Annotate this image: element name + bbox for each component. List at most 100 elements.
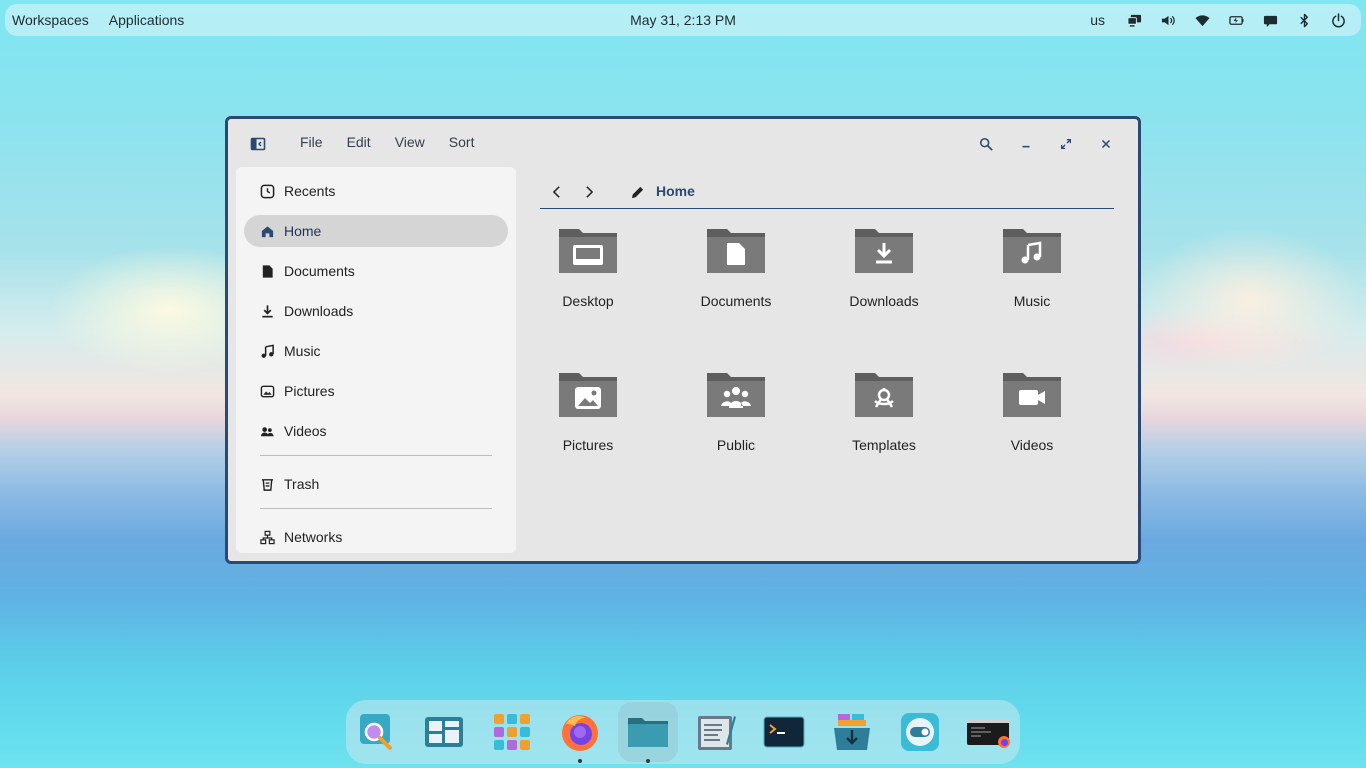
battery-icon[interactable] (1219, 6, 1253, 34)
sidebar-item-label: Documents (284, 263, 355, 279)
search-app-icon (360, 714, 392, 750)
dock (346, 700, 1020, 764)
sidebar-item-label: Networks (284, 529, 343, 545)
sidebar-item-label: Videos (284, 423, 327, 439)
sidebar-item-label: Downloads (284, 303, 354, 319)
dock-text-editor[interactable] (686, 702, 746, 762)
menu-view[interactable]: View (383, 134, 437, 150)
documents-folder-icon (707, 229, 765, 273)
forward-icon[interactable] (578, 181, 600, 203)
menu-file[interactable]: File (288, 134, 335, 150)
document-icon (262, 264, 273, 278)
folder-item[interactable]: Desktop (528, 223, 648, 333)
folder-label: Templates (852, 437, 916, 453)
maximize-icon[interactable] (1046, 133, 1086, 155)
settings-toggle-icon (901, 713, 939, 751)
top-bar: Workspaces Applications May 31, 2:13 PM … (5, 4, 1361, 36)
sidebar-item-networks[interactable]: Networks (244, 521, 508, 553)
sidebar-item-documents[interactable]: Documents (244, 255, 508, 287)
app-grid-icon (494, 714, 530, 750)
close-icon[interactable] (1086, 133, 1126, 155)
path-bar: Home (540, 177, 1114, 209)
sidebar-item-label: Trash (284, 476, 320, 492)
sidebar: Recents Home Documents Downloads Music P… (236, 167, 516, 553)
dock-firefox[interactable] (550, 702, 610, 763)
edit-path-icon[interactable] (626, 181, 648, 203)
wifi-icon[interactable] (1185, 6, 1219, 34)
sidebar-item-label: Pictures (284, 383, 335, 399)
dock-workspaces-app[interactable] (414, 702, 474, 762)
keyboard-layout[interactable]: us (1090, 12, 1117, 28)
video-icon (260, 426, 274, 436)
minimize-icon[interactable] (1006, 133, 1046, 155)
folder-label: Desktop (562, 293, 614, 309)
sidebar-item-videos[interactable]: Videos (244, 415, 508, 447)
dock-software-installer[interactable] (822, 702, 882, 762)
sidebar-item-label: Home (284, 223, 322, 239)
folder-label: Videos (1010, 437, 1054, 453)
chat-icon[interactable] (1253, 6, 1287, 34)
sidebar-item-pictures[interactable]: Pictures (244, 375, 508, 407)
folder-item[interactable]: Music (972, 223, 1092, 333)
menu-edit[interactable]: Edit (335, 134, 383, 150)
clock-icon (260, 184, 275, 198)
power-icon[interactable] (1321, 6, 1355, 34)
sidebar-item-trash[interactable]: Trash (244, 468, 508, 500)
display-icon[interactable] (1117, 6, 1151, 34)
dock-app-grid[interactable] (482, 702, 542, 762)
dock-files[interactable] (618, 702, 678, 763)
trash-icon (261, 478, 274, 491)
folder-label: Public (716, 437, 756, 453)
bluetooth-icon[interactable] (1287, 6, 1321, 34)
music-icon (261, 344, 274, 358)
folder-label: Pictures (562, 437, 614, 453)
music-folder-icon (1003, 229, 1061, 273)
sidebar-toggle-icon[interactable] (250, 136, 266, 152)
workspaces-app-icon (425, 717, 463, 747)
picture-icon (260, 385, 275, 397)
sidebar-item-recents[interactable]: Recents (244, 175, 508, 207)
running-indicator (578, 759, 582, 763)
folder-label: Downloads (849, 293, 919, 309)
sidebar-separator (260, 455, 492, 456)
files-icon (628, 718, 668, 747)
public-folder-icon (707, 373, 765, 417)
firefox-icon (562, 715, 598, 751)
download-icon (262, 304, 273, 317)
clock[interactable]: May 31, 2:13 PM (630, 12, 736, 28)
menu-sort[interactable]: Sort (437, 134, 487, 150)
network-icon (260, 530, 275, 544)
system-monitor-icon (967, 719, 1010, 748)
breadcrumb-home[interactable]: Home (656, 183, 695, 199)
sidebar-item-home[interactable]: Home (244, 215, 508, 247)
software-installer-icon (834, 714, 870, 750)
sidebar-item-downloads[interactable]: Downloads (244, 295, 508, 327)
dock-system-monitor[interactable] (958, 702, 1018, 762)
sidebar-item-label: Music (284, 343, 321, 359)
pictures-folder-icon (559, 373, 617, 417)
dock-settings[interactable] (890, 702, 950, 762)
dock-search-app[interactable] (348, 702, 408, 762)
text-editor-icon (698, 716, 736, 750)
workspaces-button[interactable]: Workspaces (12, 12, 89, 28)
terminal-icon (763, 716, 805, 748)
search-icon[interactable] (966, 133, 1006, 155)
folder-item[interactable]: Public (676, 367, 796, 477)
sidebar-item-label: Recents (284, 183, 336, 199)
dock-terminal[interactable] (754, 702, 814, 762)
folder-item[interactable]: Templates (824, 367, 944, 477)
folder-label: Documents (700, 293, 772, 309)
running-indicator (646, 759, 650, 763)
sidebar-separator (260, 508, 492, 509)
folder-label: Music (1013, 293, 1051, 309)
sidebar-item-music[interactable]: Music (244, 335, 508, 367)
title-bar: File Edit View Sort (228, 119, 1138, 169)
folder-item[interactable]: Videos (972, 367, 1092, 477)
menu-bar: File Edit View Sort (288, 134, 486, 150)
folder-item[interactable]: Documents (676, 223, 796, 333)
volume-icon[interactable] (1151, 6, 1185, 34)
folder-item[interactable]: Downloads (824, 223, 944, 333)
folder-item[interactable]: Pictures (528, 367, 648, 477)
back-icon[interactable] (546, 181, 568, 203)
applications-button[interactable]: Applications (109, 12, 185, 28)
